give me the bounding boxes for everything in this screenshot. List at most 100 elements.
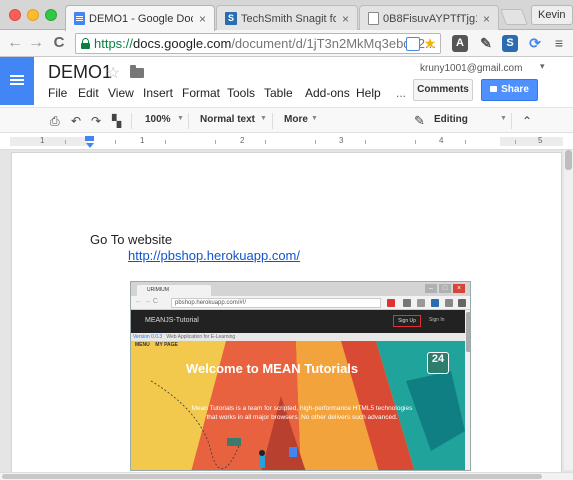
eyedropper-extension-icon[interactable]: ✎ [478,35,494,52]
ruler: 1 1 2 3 4 5 [0,133,573,150]
menu-help[interactable]: Help [356,86,396,100]
collapse-toolbar-icon[interactable]: ⌃ [522,114,532,128]
menu-view[interactable]: View [108,86,143,100]
embedded-menu-item: MENU [135,342,150,348]
account-email[interactable]: kruny1001@gmail.com [420,63,522,74]
address-bar[interactable]: https://docs.google.com/document/d/1jT3n… [75,33,441,54]
ruler-number: 3 [339,136,344,145]
embedded-tab: URIMIUM [137,285,211,296]
embedded-subbar: Version 0.0.3 Web Application for E-Lear… [131,333,465,341]
menu-bar: File Edit View Insert Format Tools Table… [48,86,416,100]
browser-toolbar: ← → C https://docs.google.com/document/d… [0,30,573,57]
tab-close-icon[interactable]: × [483,12,490,26]
calendar-day: 24 [431,353,445,365]
scrollbar-thumb[interactable] [2,474,542,479]
menu-table[interactable]: Table [264,86,305,100]
undo-icon[interactable]: ↶ [71,114,81,128]
pencil-icon: ✎ [414,113,425,128]
embedded-calendar-badge: 24 [427,352,449,374]
window-maximize-button[interactable] [45,9,57,21]
embedded-extension-icon [445,299,453,307]
editing-mode-dropdown[interactable]: Editing [434,114,468,125]
embedded-extension-icon [387,299,395,307]
embedded-signin-link: Sign In [429,317,445,323]
star-icon[interactable]: ☆ [106,63,120,83]
menu-file[interactable]: File [48,86,78,100]
cast-icon[interactable] [406,37,420,51]
menu-edit[interactable]: Edit [78,86,108,100]
embedded-navbar: MEANJS-Tutorial Sign Up Sign In [131,310,465,333]
paint-format-icon[interactable]: ▚ [112,114,121,128]
menu-insert[interactable]: Insert [143,86,182,100]
zoom-dropdown[interactable]: 100% [145,114,171,125]
browser-tab-snagit[interactable]: S TechSmith Snagit for Goo × [216,5,358,31]
url-host: docs.google.com [133,36,232,51]
browser-tab-file[interactable]: 0B8FisuvAYPTfTjg1MWE × [359,5,499,31]
embedded-hero-title: Welcome to MEAN Tutorials [186,361,359,376]
embedded-extension-icon [417,299,425,307]
window-minimize-button[interactable] [27,9,39,21]
chrome-menu-icon[interactable]: ≡ [551,35,567,52]
style-dropdown[interactable]: Normal text [200,114,255,125]
reload-icon[interactable]: C [50,34,68,52]
url-scheme: https:// [94,36,134,51]
first-line-indent-handle[interactable] [85,136,94,141]
profile-button[interactable]: Kevin [531,5,573,25]
comments-button[interactable]: Comments [413,79,473,101]
embedded-tagline: Web Application for E-Learning [166,334,236,340]
window-close-button[interactable] [9,9,21,21]
tab-title: 0B8FisuvAYPTfTjg1MWE [383,12,477,25]
embedded-maximize-icon: □ [439,284,451,293]
embedded-screenshot-image[interactable]: URIMIUM – □ × ← → C pbshop.herokuapp.com… [130,281,471,471]
embedded-signup-button: Sign Up [393,315,421,327]
embedded-address-bar: ← → C pbshop.herokuapp.com/#!/ [131,296,470,310]
left-indent-handle[interactable] [86,143,94,148]
horizontal-scrollbar[interactable] [0,472,573,480]
document-text[interactable]: Go To website [90,232,172,247]
menu-tools[interactable]: Tools [227,86,264,100]
embedded-scrollbar [465,310,470,470]
document-canvas[interactable]: Go To website http://pbshop.herokuapp.co… [0,150,573,480]
snagit-extension-icon[interactable]: S [502,35,518,52]
embedded-extension-icon [431,299,439,307]
folder-icon[interactable] [130,65,144,78]
bookmark-star-icon[interactable]: ★ [423,36,437,51]
docs-header: DEMO1 ☆ kruny1001@gmail.com ▾ File Edit … [0,57,573,107]
forward-arrow-icon[interactable]: → [27,34,45,52]
chevron-down-icon: ▼ [260,115,267,122]
menu-format[interactable]: Format [182,86,227,100]
document-page[interactable]: Go To website http://pbshop.herokuapp.co… [11,152,562,472]
share-button[interactable]: Share [481,79,538,101]
redo-icon[interactable]: ↷ [91,114,101,128]
tab-close-icon[interactable]: × [342,12,349,26]
tab-close-icon[interactable]: × [199,12,206,26]
lock-icon [81,38,90,49]
document-link[interactable]: http://pbshop.herokuapp.com/ [128,248,300,263]
tab-title: TechSmith Snagit for Goo [241,12,336,25]
embedded-version: Version 0.0.3 [133,334,163,340]
docs-home-icon[interactable] [0,57,34,105]
ruler-number: 2 [240,136,245,145]
chevron-down-icon: ▼ [500,115,507,122]
ruler-number: 5 [538,136,543,145]
document-title[interactable]: DEMO1 [48,62,112,83]
share-label: Share [501,84,529,95]
embedded-brand: MEANJS-Tutorial [145,317,199,324]
embedded-menu: MENU MY PAGE [135,342,178,348]
back-arrow-icon[interactable]: ← [6,34,24,52]
docs-toolbar: ⎙ ↶ ↷ ▚ 100% ▼ Normal text ▼ More ▼ ✎ Ed… [0,107,573,133]
chevron-down-icon[interactable]: ▾ [540,61,545,72]
snagit-icon: S [225,12,237,25]
new-tab-button[interactable] [500,9,528,25]
adblock-extension-icon[interactable]: A [452,35,468,52]
menu-add-ons[interactable]: Add-ons [305,86,356,100]
print-icon[interactable]: ⎙ [50,114,60,128]
embedded-extension-icon [403,299,411,307]
sync-extension-icon[interactable]: ⟳ [527,35,543,52]
more-dropdown[interactable]: More [284,114,308,125]
browser-tab-strip: DEMO1 - Google Docs × S TechSmith Snagit… [0,0,573,31]
vertical-scrollbar[interactable] [564,150,573,470]
scrollbar-thumb[interactable] [565,150,572,170]
embedded-browser-titlebar: URIMIUM – □ × [131,282,470,296]
browser-tab-docs[interactable]: DEMO1 - Google Docs × [65,5,215,31]
